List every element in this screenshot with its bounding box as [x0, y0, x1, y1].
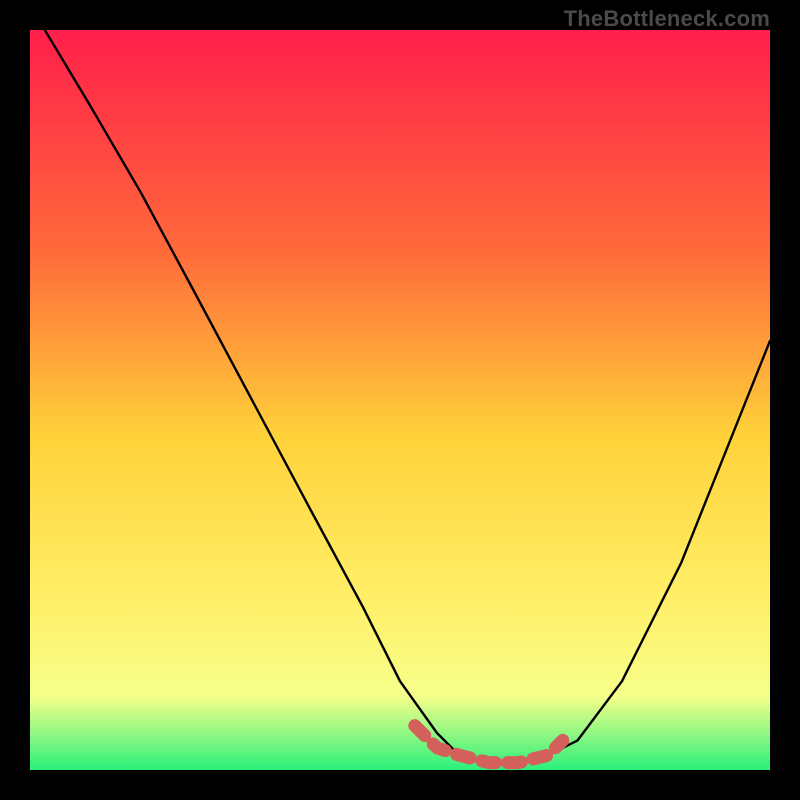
chart-frame: TheBottleneck.com: [0, 0, 800, 800]
watermark-text: TheBottleneck.com: [564, 6, 770, 32]
gradient-rect: [30, 30, 770, 770]
plot-area: [30, 30, 770, 770]
chart-svg: [30, 30, 770, 770]
